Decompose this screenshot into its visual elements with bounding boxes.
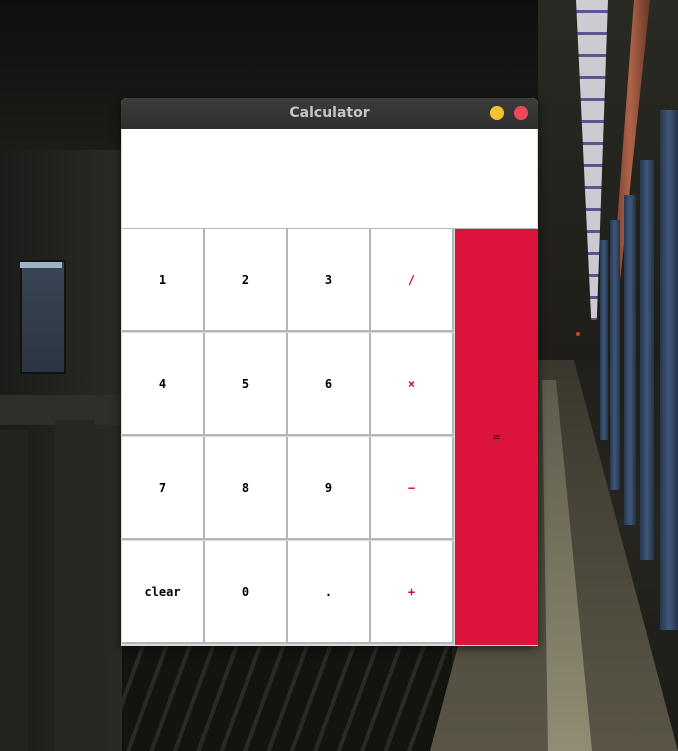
key-5[interactable]: 5 [205, 333, 288, 436]
key-6[interactable]: 6 [288, 333, 371, 436]
calculator-window: Calculator 1 2 3 / 4 5 6 × 7 8 9 − clear… [121, 98, 538, 646]
wallpaper-column [55, 420, 95, 751]
key-decimal[interactable]: . [288, 541, 371, 644]
key-2[interactable]: 2 [205, 229, 288, 332]
wallpaper-pillar [610, 220, 620, 490]
wallpaper-pillar [600, 240, 608, 440]
key-8[interactable]: 8 [205, 437, 288, 540]
wallpaper-column [0, 430, 28, 751]
key-add[interactable]: + [371, 541, 454, 644]
wallpaper-pillar [624, 195, 636, 525]
wallpaper-pillar [640, 160, 654, 560]
wallpaper-tracks [122, 645, 452, 751]
close-button[interactable] [514, 106, 528, 120]
wallpaper-train-light [20, 262, 62, 268]
calculator-display [122, 129, 537, 229]
wallpaper-right-ceiling [538, 0, 678, 360]
key-9[interactable]: 9 [288, 437, 371, 540]
wallpaper-pillar [660, 110, 678, 630]
key-4[interactable]: 4 [122, 333, 205, 436]
key-0[interactable]: 0 [205, 541, 288, 644]
key-1[interactable]: 1 [122, 229, 205, 332]
window-title: Calculator [289, 105, 370, 121]
key-3[interactable]: 3 [288, 229, 371, 332]
key-multiply[interactable]: × [371, 333, 454, 436]
key-7[interactable]: 7 [122, 437, 205, 540]
keypad: 1 2 3 / 4 5 6 × 7 8 9 − clear 0 . + [122, 229, 454, 645]
key-clear[interactable]: clear [122, 541, 205, 644]
minimize-button[interactable] [490, 106, 504, 120]
wallpaper-train-window [20, 260, 66, 374]
key-equals[interactable]: = [455, 229, 538, 645]
key-divide[interactable]: / [371, 229, 454, 332]
wallpaper-signal-light [576, 332, 580, 336]
key-subtract[interactable]: − [371, 437, 454, 540]
title-bar[interactable]: Calculator [121, 98, 538, 129]
